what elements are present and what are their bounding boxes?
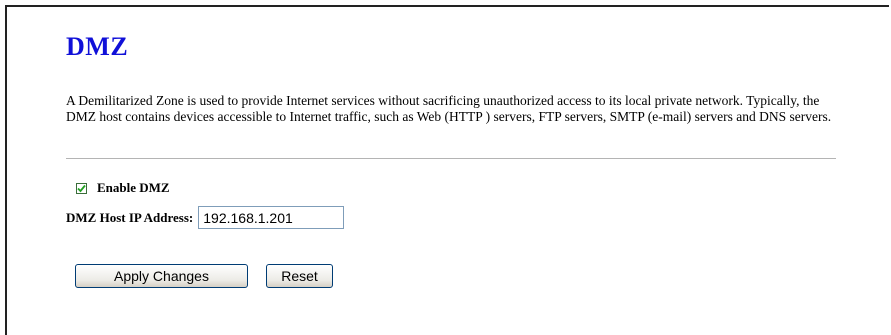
reset-button[interactable]: Reset (266, 264, 333, 288)
dmz-host-ip-input[interactable] (198, 206, 345, 229)
enable-dmz-checkbox[interactable] (76, 182, 87, 194)
dmz-host-ip-label: DMZ Host IP Address: (66, 209, 194, 225)
apply-changes-button[interactable]: Apply Changes (75, 264, 248, 288)
page-description: A Demilitarized Zone is used to provide … (66, 93, 832, 124)
dmz-host-ip-row: DMZ Host IP Address: (66, 206, 345, 229)
divider (66, 158, 836, 159)
enable-dmz-row: Enable DMZ (76, 180, 170, 196)
checkmark-icon (77, 184, 86, 192)
enable-dmz-label: Enable DMZ (97, 180, 170, 195)
page-title: DMZ (66, 32, 129, 61)
